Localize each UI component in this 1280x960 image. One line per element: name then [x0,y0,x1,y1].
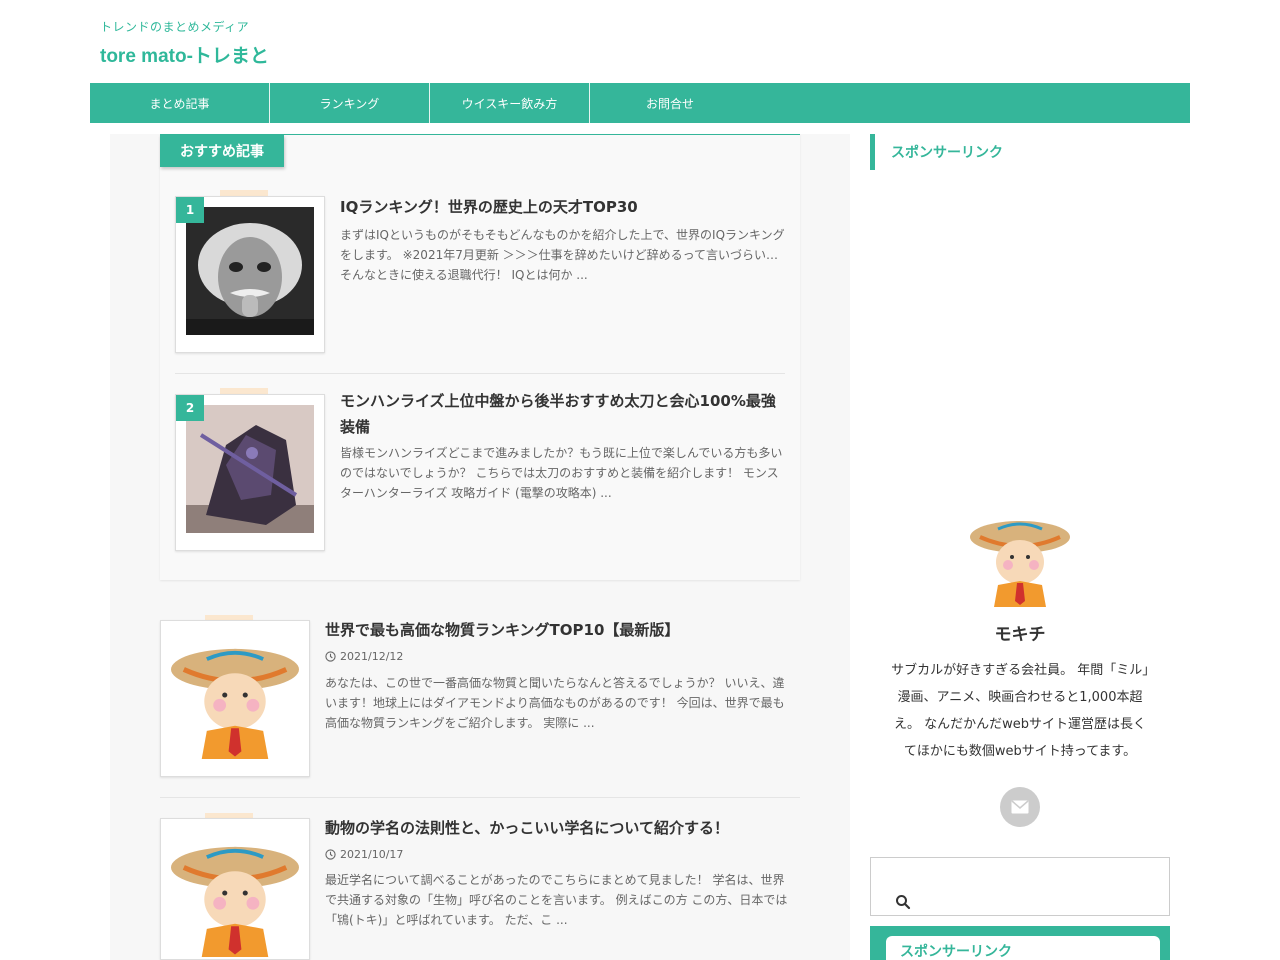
thumbnail-frame[interactable]: 1 [175,196,325,353]
recommended-excerpt: まずはIQというものがそもそもどんなものかを紹介した上で、世界のIQランキングを… [340,228,785,282]
profile-avatar [970,507,1070,607]
divider [175,373,785,374]
recommended-title[interactable]: モンハンライズ上位中盤から後半おすすめ太刀と会心100%最強装備 [340,388,785,440]
mascot-thumbnail[interactable] [171,631,299,759]
clock-icon [325,849,336,860]
search-box [870,857,1170,916]
recommended-title[interactable]: IQランキング！世界の歴史上の天才TOP30 [340,194,785,220]
date-text: 2021/10/17 [340,848,404,861]
article-thumbnail[interactable] [160,818,310,960]
search-input[interactable] [911,888,1161,912]
article-excerpt: あなたは、この世で一番高価な物質と聞いたらなんと答えるでしょうか？ いいえ、違い… [325,676,785,730]
monster-hunter-thumbnail[interactable] [186,405,314,533]
profile-bio: サブカルが好きすぎる会社員。 年間「ミル」漫画、アニメ、映画合わせると1,000… [891,663,1149,759]
rank-badge: 2 [176,395,204,421]
profile-name: モキチ [994,625,1046,645]
recommended-heading: おすすめ記事 [160,135,284,167]
article-excerpt: 最近学名について調べることがあったのでこちらにまとめて見ました！ 学名は、世界で… [325,873,788,927]
recommended-item[interactable]: 2 モンハンライズ上位中盤から後半おすすめ太刀と会心100%最強装備 皆様モンハ… [175,388,785,558]
global-nav: まとめ記事 ランキング ウイスキー飲み方 お問合せ [90,83,1190,123]
thumbnail-frame[interactable]: 2 [175,394,325,551]
sidebar-sponsor-heading: スポンサーリンク [870,134,1170,170]
clock-icon [325,651,336,662]
article-date: 2021/10/17 [325,848,403,861]
article-title[interactable]: 世界で最も高価な物質ランキングTOP10【最新版】 [325,617,795,643]
date-text: 2021/12/12 [340,650,404,663]
nav-item-contact[interactable]: お問合せ [590,83,750,123]
recommended-box: おすすめ記事 1 IQランキング！世界の歴史上の天才TOP30 まずはIQという… [160,134,800,580]
site-title-link[interactable]: tore mato-トレまと [100,41,500,68]
divider [160,797,800,798]
article-date: 2021/12/12 [325,650,403,663]
article-thumbnail[interactable] [160,620,310,777]
nav-item-whisky[interactable]: ウイスキー飲み方 [430,83,590,123]
site-tagline: トレンドのまとめメディア [100,20,250,34]
article-title[interactable]: 動物の学名の法則性と、かっこいい学名について紹介する！ [325,815,795,841]
mail-button[interactable] [1000,787,1040,827]
nav-item-matome[interactable]: まとめ記事 [90,83,270,123]
search-icon[interactable] [895,894,911,910]
sidebar-sponsor-block: スポンサーリンク [870,926,1170,960]
rank-badge: 1 [176,197,204,223]
recommended-excerpt: 皆様モンハンライズどこまで進みましたか？もう既に上位で楽しんでいる方も多いのでは… [340,446,783,500]
mascot-thumbnail[interactable] [171,829,299,957]
nav-item-ranking[interactable]: ランキング [270,83,430,123]
einstein-thumbnail[interactable] [186,207,314,335]
site-header: トレンドのまとめメディア tore mato-トレまと [100,18,500,68]
mail-icon [1011,800,1029,814]
sidebar-sponsor-heading-2: スポンサーリンク [886,936,1160,960]
recommended-item[interactable]: 1 IQランキング！世界の歴史上の天才TOP30 まずはIQというものがそもそも… [175,190,785,360]
